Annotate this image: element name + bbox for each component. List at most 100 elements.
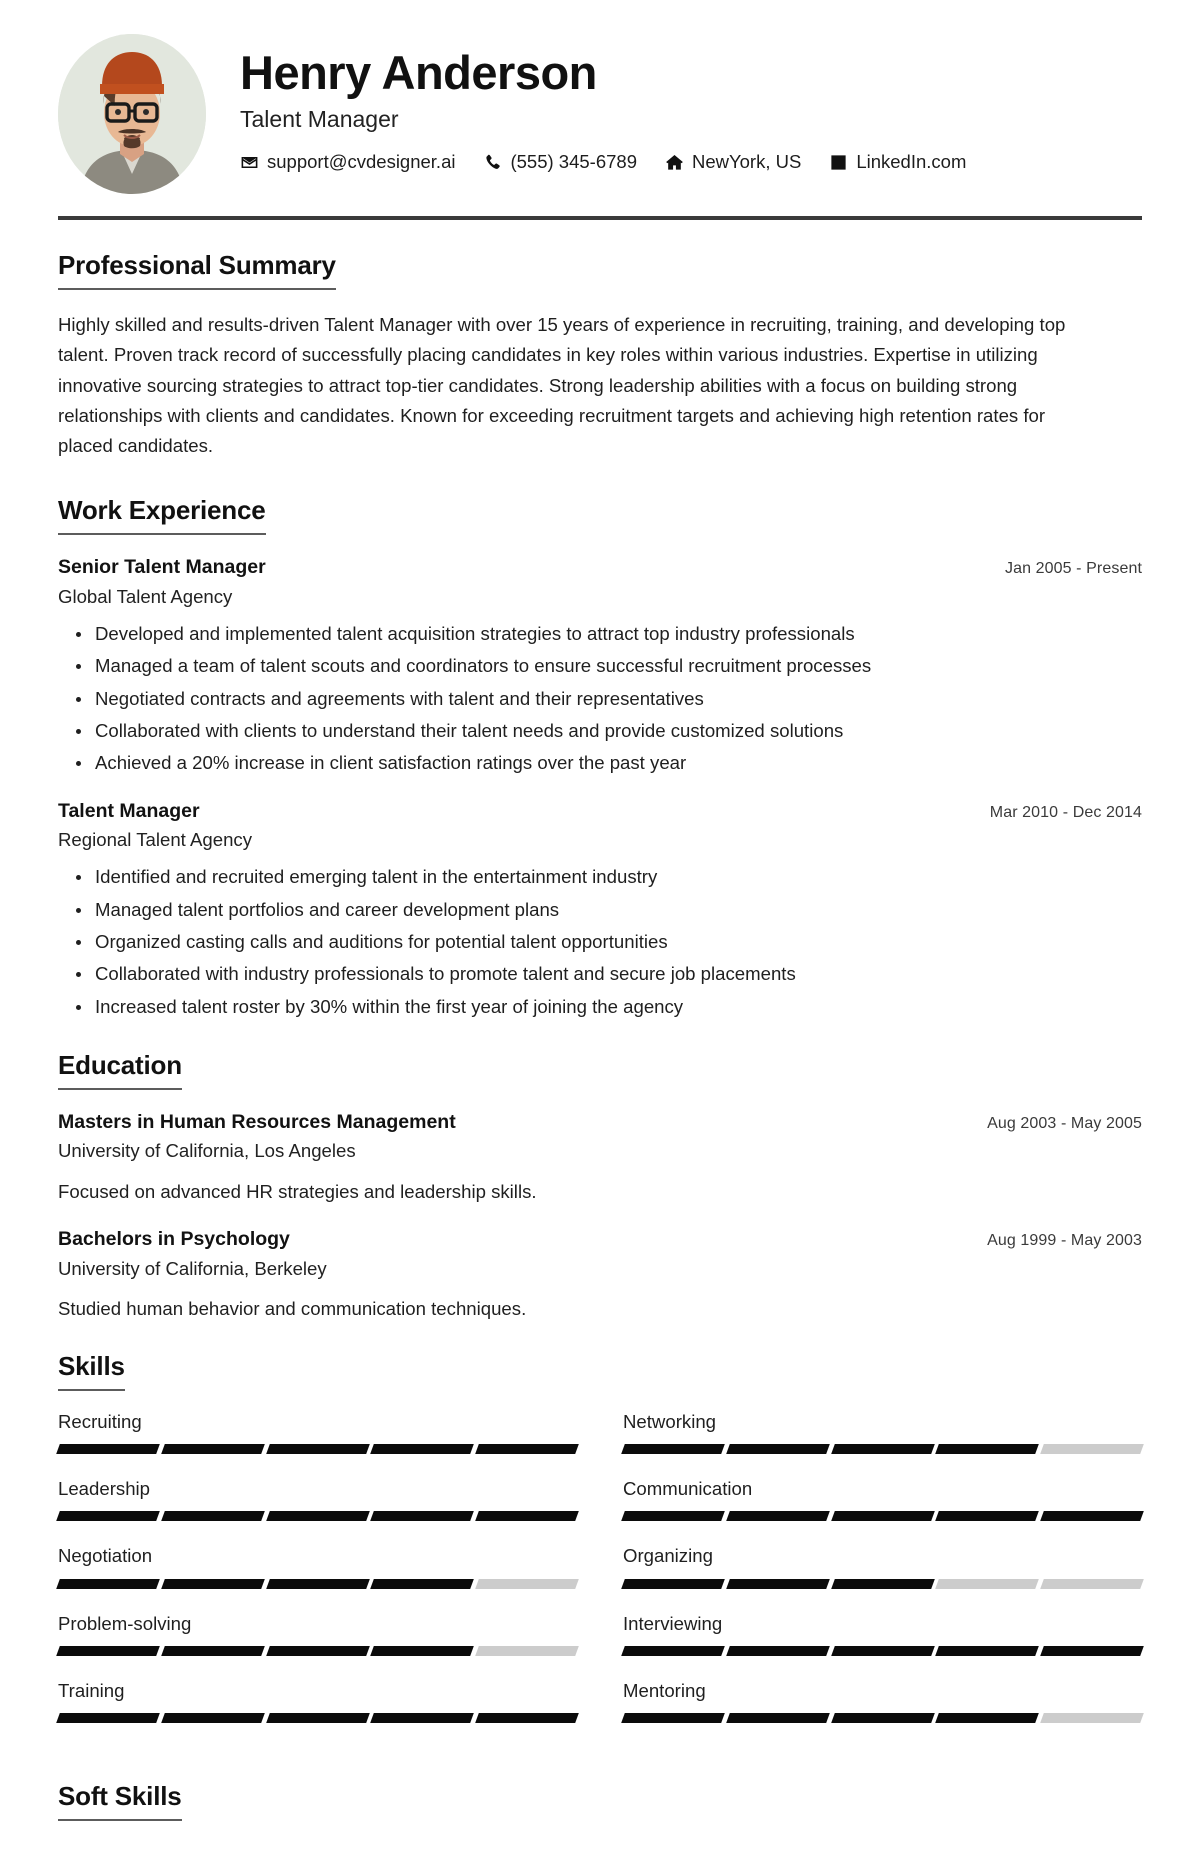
- section-skills: Skills Recruiting Networking Leadership Com…: [56, 1351, 1144, 1748]
- skill-segment-filled: [370, 1646, 475, 1657]
- work-bullet: Developed and implemented talent acquisi…: [76, 621, 1142, 647]
- section-heading-summary: Professional Summary: [58, 250, 336, 290]
- skill-segment-empty: [935, 1578, 1040, 1589]
- header-text-block: Henry Anderson Talent Manager support@cv…: [240, 34, 1142, 173]
- linkedin-icon: [829, 153, 848, 172]
- skill-segment-empty: [475, 1646, 579, 1657]
- skill-item: Problem-solving: [56, 1612, 579, 1680]
- contact-linkedin[interactable]: LinkedIn.com: [829, 151, 966, 173]
- skill-item: Communication: [621, 1478, 1144, 1545]
- section-work-experience: Work Experience Senior Talent Manager Ja…: [58, 495, 1142, 1020]
- work-entry-header: Talent Manager Mar 2010 - Dec 2014: [58, 799, 1142, 824]
- skill-level-bar: [56, 1713, 579, 1724]
- phone-icon: [483, 153, 502, 172]
- skill-level-bar: [621, 1646, 1144, 1657]
- contact-linkedin-label: LinkedIn.com: [856, 151, 967, 173]
- skill-item: Mentoring: [621, 1680, 1144, 1747]
- work-entry: Talent Manager Mar 2010 - Dec 2014 Regio…: [58, 799, 1142, 1020]
- section-heading-education: Education: [58, 1050, 182, 1091]
- skill-segment-filled: [621, 1511, 725, 1522]
- skill-segment-filled: [265, 1713, 370, 1724]
- education-entry-header: Bachelors in Psychology Aug 1999 - May 2…: [58, 1227, 1142, 1252]
- skill-name: Recruiting: [58, 1410, 142, 1432]
- skill-level-bar: [56, 1646, 579, 1657]
- skill-segment-filled: [621, 1444, 725, 1455]
- work-bullet: Organized casting calls and auditions fo…: [76, 929, 1142, 955]
- skill-name: Interviewing: [623, 1612, 723, 1634]
- education-description: Focused on advanced HR strategies and le…: [58, 1180, 537, 1202]
- skill-level-bar: [621, 1578, 1144, 1589]
- work-entry-company: Global Talent Agency: [58, 585, 233, 607]
- skill-segment-filled: [935, 1646, 1040, 1657]
- skill-segment-filled: [160, 1713, 265, 1724]
- skill-segment-filled: [56, 1444, 160, 1455]
- skill-segment-filled: [475, 1444, 579, 1455]
- summary-paragraph: Highly skilled and results-driven Talent…: [58, 314, 1066, 457]
- work-entry-role: Senior Talent Manager: [58, 556, 266, 579]
- skill-segment-filled: [56, 1578, 160, 1589]
- section-soft-skills: Soft Skills: [58, 1781, 1142, 1822]
- skill-item: Organizing: [621, 1545, 1144, 1612]
- skill-name: Organizing: [623, 1545, 713, 1567]
- skill-segment-filled: [160, 1444, 265, 1455]
- work-bullet: Managed talent portfolios and career dev…: [76, 897, 1142, 923]
- skill-segment-filled: [370, 1578, 475, 1589]
- skill-level-bar: [56, 1511, 579, 1522]
- skill-level-bar: [56, 1444, 579, 1455]
- skill-level-bar: [56, 1578, 579, 1589]
- work-entry-company: Regional Talent Agency: [58, 829, 252, 851]
- work-entry: Senior Talent Manager Jan 2005 - Present…: [58, 555, 1142, 776]
- contact-email[interactable]: support@cvdesigner.ai: [240, 151, 455, 173]
- education-school: University of California, Berkeley: [58, 1257, 327, 1279]
- work-entry-date: Jan 2005 - Present: [1005, 560, 1142, 578]
- skill-segment-filled: [621, 1646, 725, 1657]
- skill-segment-filled: [725, 1578, 830, 1589]
- skill-item: Interviewing: [621, 1612, 1144, 1680]
- work-entry-bullets: Identified and recruited emerging talent…: [58, 864, 1142, 1020]
- contact-phone-label: (555) 345-6789: [510, 151, 637, 173]
- skill-segment-filled: [830, 1444, 935, 1455]
- header-divider: [58, 216, 1142, 220]
- section-heading-skills: Skills: [58, 1351, 125, 1391]
- contact-location[interactable]: NewYork, US: [665, 151, 801, 173]
- section-heading-soft-skills: Soft Skills: [58, 1781, 182, 1822]
- skill-name: Problem-solving: [58, 1612, 192, 1634]
- skill-segment-filled: [1040, 1646, 1144, 1657]
- skill-segment-filled: [160, 1646, 265, 1657]
- education-date: Aug 2003 - May 2005: [987, 1115, 1142, 1133]
- skill-segment-filled: [56, 1646, 160, 1657]
- skill-segment-filled: [265, 1646, 370, 1657]
- skill-segment-filled: [265, 1444, 370, 1455]
- skill-segment-filled: [935, 1713, 1040, 1724]
- skill-segment-filled: [935, 1511, 1040, 1522]
- work-bullet: Negotiated contracts and agreements with…: [76, 686, 1142, 712]
- skill-segment-filled: [370, 1511, 475, 1522]
- candidate-job-title: Talent Manager: [240, 105, 399, 132]
- contact-row: support@cvdesigner.ai (555) 345-6789 New…: [240, 151, 1142, 173]
- resume-header: Henry Anderson Talent Manager support@cv…: [58, 34, 1142, 216]
- skill-segment-filled: [475, 1511, 579, 1522]
- skill-item: Negotiation: [56, 1545, 579, 1612]
- skill-segment-filled: [265, 1578, 370, 1589]
- education-school: University of California, Los Angeles: [58, 1140, 356, 1162]
- skill-segment-filled: [370, 1713, 475, 1724]
- work-bullet: Managed a team of talent scouts and coor…: [76, 653, 1142, 679]
- skill-segment-filled: [830, 1578, 935, 1589]
- skill-item: Training: [56, 1680, 579, 1747]
- skill-segment-filled: [160, 1511, 265, 1522]
- education-date: Aug 1999 - May 2003: [987, 1232, 1142, 1250]
- skill-segment-filled: [935, 1444, 1040, 1455]
- contact-phone[interactable]: (555) 345-6789: [483, 151, 637, 173]
- skills-grid: Recruiting Networking Leadership Communicat…: [56, 1410, 1144, 1748]
- skill-item: Leadership: [56, 1478, 579, 1545]
- skill-segment-filled: [1040, 1511, 1144, 1522]
- education-degree: Bachelors in Psychology: [58, 1228, 290, 1251]
- work-bullet: Collaborated with clients to understand …: [76, 718, 1142, 744]
- work-entry-role: Talent Manager: [58, 799, 200, 822]
- section-professional-summary: Professional Summary Highly skilled and …: [58, 250, 1142, 461]
- resume-page: Henry Anderson Talent Manager support@cv…: [0, 0, 1200, 1867]
- candidate-name: Henry Anderson: [240, 46, 597, 99]
- skill-segment-filled: [725, 1646, 830, 1657]
- skill-name: Communication: [623, 1478, 753, 1500]
- section-heading-work: Work Experience: [58, 495, 266, 536]
